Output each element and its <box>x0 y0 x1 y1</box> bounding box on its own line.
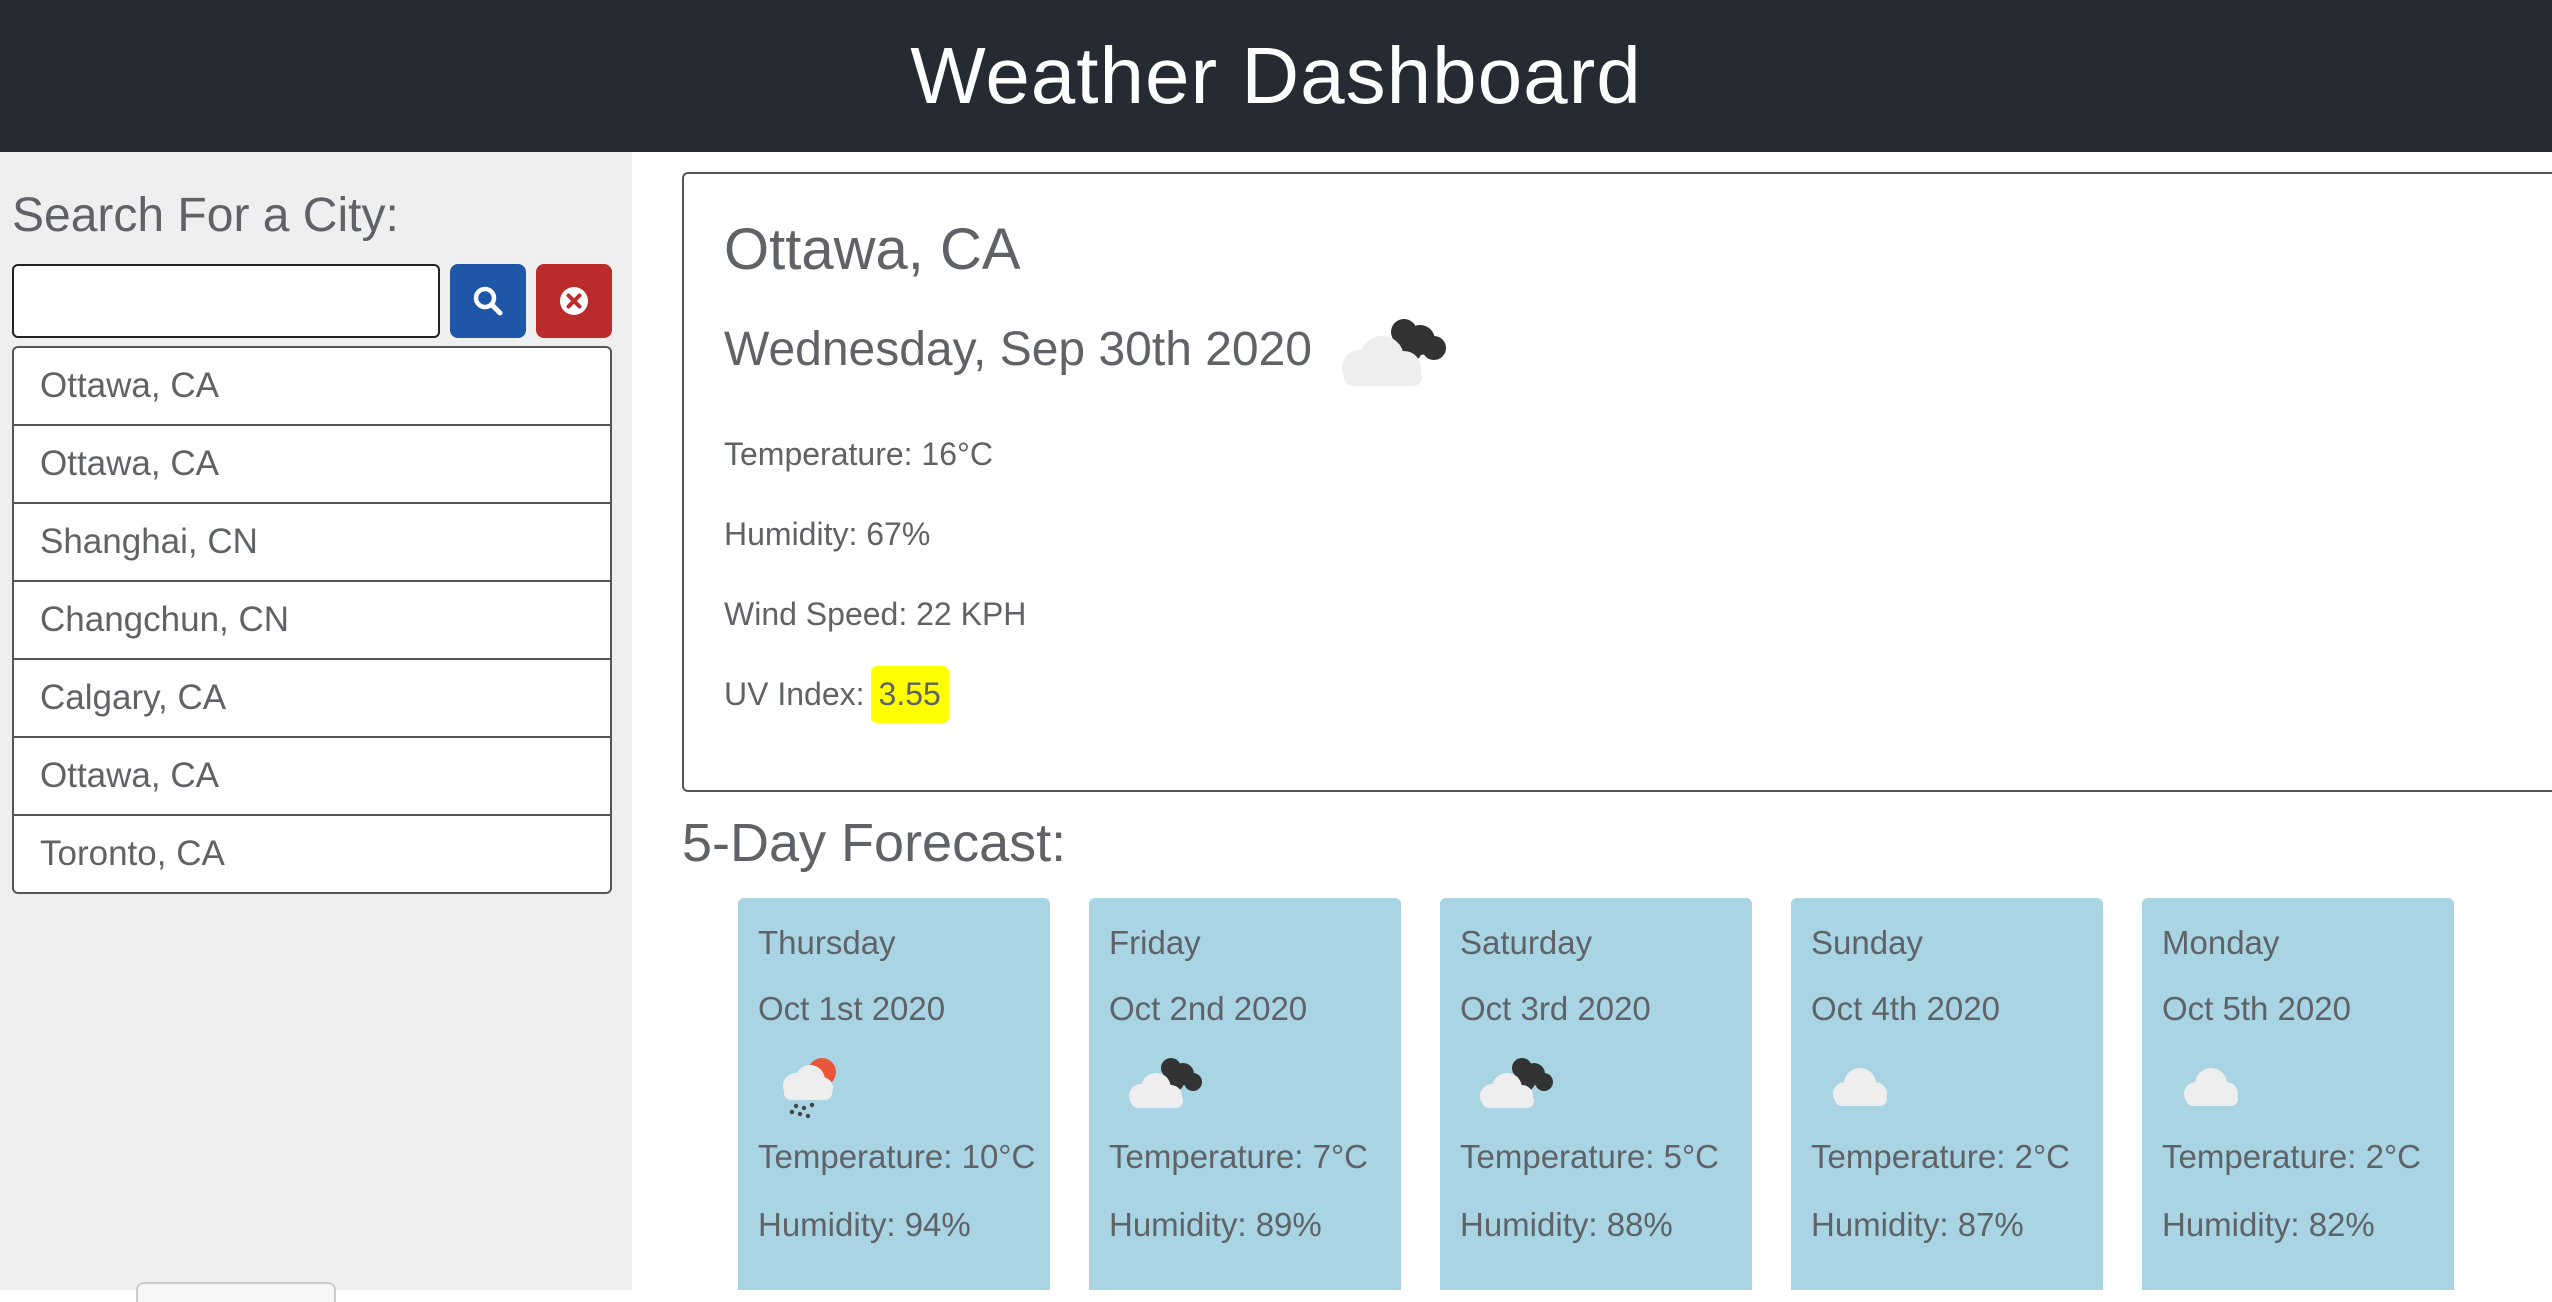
sidebar: Search For a City: Ottawa, CA Ottawa, CA… <box>0 152 632 1302</box>
forecast-day: Friday <box>1109 924 1201 961</box>
sidebar-bottom-tab <box>136 1282 336 1302</box>
forecast-temperature: Temperature: 2°C <box>2162 1138 2421 1175</box>
snow-icon <box>774 1050 850 1125</box>
current-temperature: Temperature: 16°C <box>724 436 993 472</box>
forecast-card: Sunday Oct 4th 2020 Temperature: 2°C Hum… <box>1791 898 2103 1290</box>
broken-clouds-icon <box>1476 1050 1556 1121</box>
history-item[interactable]: Ottawa, CA <box>14 348 610 426</box>
history-item[interactable]: Ottawa, CA <box>14 426 610 504</box>
cloud-icon <box>1827 1050 1907 1121</box>
forecast-temperature: Temperature: 5°C <box>1460 1138 1719 1175</box>
current-weather-card: Ottawa, CA Wednesday, Sep 30th 2020 Temp… <box>682 172 2552 792</box>
broken-clouds-icon <box>1125 1050 1205 1121</box>
forecast-humidity: Humidity: 82% <box>2162 1206 2375 1243</box>
uv-index-badge: 3.55 <box>870 666 949 723</box>
cloud-icon <box>2178 1050 2258 1121</box>
broken-clouds-icon <box>1334 312 1454 397</box>
forecast-day: Saturday <box>1460 924 1593 961</box>
forecast-title: 5-Day Forecast: <box>682 813 1067 873</box>
forecast-humidity: Humidity: 88% <box>1460 1206 1673 1243</box>
forecast-temperature: Temperature: 10°C <box>758 1138 1036 1175</box>
forecast-humidity: Humidity: 87% <box>1811 1206 2024 1243</box>
history-item[interactable]: Toronto, CA <box>14 816 610 892</box>
forecast-date: Oct 2nd 2020 <box>1109 990 1308 1027</box>
forecast-card: Friday Oct 2nd 2020 Temperature: 7°C Hum… <box>1089 898 1401 1290</box>
current-humidity: Humidity: 67% <box>724 516 931 552</box>
forecast-humidity: Humidity: 94% <box>758 1206 971 1243</box>
forecast-date: Oct 4th 2020 <box>1811 990 2000 1027</box>
history-item[interactable]: Changchun, CN <box>14 582 610 660</box>
search-history-list: Ottawa, CA Ottawa, CA Shanghai, CN Chang… <box>12 346 612 894</box>
history-item[interactable]: Ottawa, CA <box>14 738 610 816</box>
search-icon <box>473 286 503 316</box>
clear-button[interactable] <box>536 264 612 338</box>
current-city: Ottawa, CA <box>724 217 1021 282</box>
current-uv-row: UV Index: 3.55 <box>724 666 949 723</box>
search-label: Search For a City: <box>12 189 399 242</box>
city-search-input[interactable] <box>12 264 440 338</box>
forecast-temperature: Temperature: 2°C <box>1811 1138 2070 1175</box>
page-title: Weather Dashboard <box>910 31 1642 120</box>
history-item[interactable]: Shanghai, CN <box>14 504 610 582</box>
forecast-card: Thursday Oct 1st 2020 Temperature: 10°C … <box>738 898 1050 1290</box>
search-button[interactable] <box>450 264 526 338</box>
forecast-date: Oct 5th 2020 <box>2162 990 2351 1027</box>
forecast-day: Monday <box>2162 924 2280 961</box>
forecast-day: Thursday <box>758 924 896 961</box>
history-item[interactable]: Calgary, CA <box>14 660 610 738</box>
current-wind-speed: Wind Speed: 22 KPH <box>724 596 1027 632</box>
uv-label: UV Index: <box>724 676 865 712</box>
forecast-date: Oct 3rd 2020 <box>1460 990 1651 1027</box>
forecast-temperature: Temperature: 7°C <box>1109 1138 1368 1175</box>
forecast-card: Saturday Oct 3rd 2020 Temperature: 5°C H… <box>1440 898 1752 1290</box>
clear-icon <box>560 287 588 315</box>
app-header: Weather Dashboard <box>0 0 2552 152</box>
current-date: Wednesday, Sep 30th 2020 <box>724 323 1312 376</box>
forecast-card: Monday Oct 5th 2020 Temperature: 2°C Hum… <box>2142 898 2454 1290</box>
forecast-day: Sunday <box>1811 924 1923 961</box>
forecast-humidity: Humidity: 89% <box>1109 1206 1322 1243</box>
forecast-date: Oct 1st 2020 <box>758 990 946 1027</box>
